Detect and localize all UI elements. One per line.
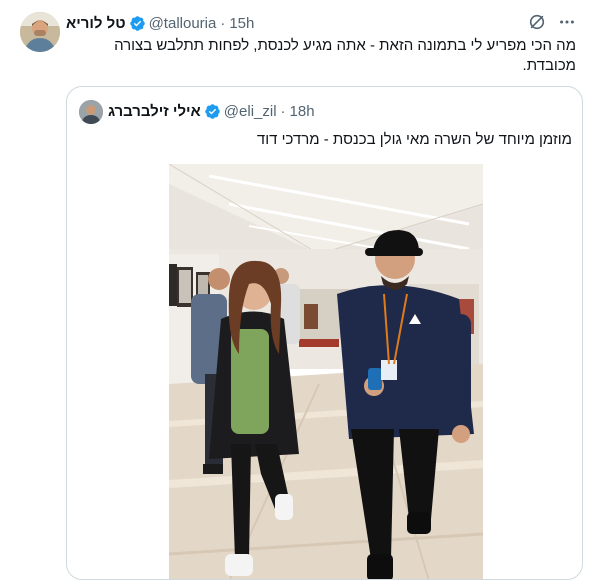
tweet-text: מה הכי מפריע לי בתמונה הזאת - אתה מגיע ל… — [114, 37, 576, 74]
separator-dot: · — [280, 102, 286, 120]
quoted-tweet[interactable]: אילי זילברברג @eli_zil · 18h מוזמן מיוחד… — [66, 86, 583, 580]
tweet: טל לוריא @tallouria · 15h מה הכי מפריע ל… — [0, 0, 589, 583]
tweet-time[interactable]: 15h — [229, 15, 254, 32]
author-name[interactable]: טל לוריא — [66, 15, 126, 32]
author-avatar[interactable] — [20, 12, 60, 52]
tweet-photo[interactable] — [169, 164, 483, 579]
quoted-author-name[interactable]: אילי זילברברג — [108, 103, 201, 120]
quoted-author-avatar[interactable] — [79, 100, 103, 124]
tweet-actions — [527, 12, 577, 32]
grok-icon[interactable] — [527, 12, 547, 32]
quoted-tweet-header: אילי זילברברג @eli_zil · 18h — [108, 101, 315, 121]
quoted-tweet-text: מוזמן מיוחד של השרה מאי גולן בכנסת - מרד… — [256, 131, 572, 148]
author-handle[interactable]: @tallouria — [149, 15, 217, 32]
verified-badge-icon — [129, 15, 146, 32]
more-icon[interactable] — [557, 12, 577, 32]
tweet-header: טל לוריא @tallouria · 15h — [66, 12, 254, 34]
verified-badge-icon — [204, 103, 221, 120]
quoted-tweet-time[interactable]: 18h — [290, 103, 315, 120]
separator-dot: · — [220, 14, 226, 32]
quoted-author-handle[interactable]: @eli_zil — [224, 103, 277, 120]
